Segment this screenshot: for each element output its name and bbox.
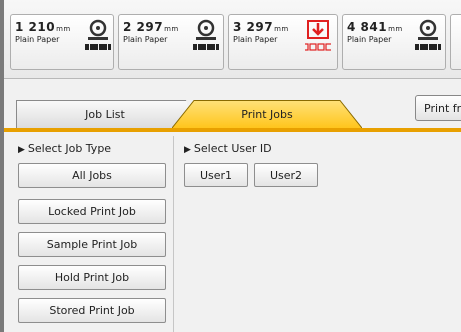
tray-size: 4 841mm: [347, 20, 403, 34]
button-label: User1: [199, 168, 233, 182]
tray-3[interactable]: 3 297mm Plain Paper: [228, 14, 338, 70]
sample-print-job-button[interactable]: Sample Print Job: [18, 232, 166, 257]
select-job-type-label: ▶ Select Job Type: [18, 142, 112, 155]
tray-size: 2 297mm: [123, 20, 179, 34]
paper-roll-icon: [193, 19, 219, 50]
locked-print-job-button[interactable]: Locked Print Job: [18, 199, 166, 224]
paper-roll-icon: [85, 19, 111, 50]
hold-print-job-button[interactable]: Hold Print Job: [18, 265, 166, 290]
select-user-id-label: ▶ Select User ID: [184, 142, 272, 155]
tray-1[interactable]: 1 210mm Plain Paper: [10, 14, 114, 70]
triangle-right-icon: ▶: [18, 145, 25, 155]
tray-size: 1 210mm: [15, 20, 71, 34]
column-divider: [173, 136, 174, 332]
tab-job-list[interactable]: Job List: [16, 100, 194, 128]
print-from-label: Print fr: [424, 101, 461, 115]
button-label: Locked Print Job: [48, 205, 136, 218]
paper-roll-empty-icon: [305, 20, 331, 51]
tray-5-partial[interactable]: U: [450, 14, 461, 70]
tray-paper-type: Plain Paper: [123, 35, 168, 44]
paper-tray-bar: 1 210mm Plain Paper 2 297mm Plain Paper: [4, 0, 461, 79]
print-from-button[interactable]: Print fr: [415, 95, 461, 121]
triangle-right-icon: ▶: [184, 145, 191, 155]
tray-size: 3 297mm: [233, 20, 289, 34]
user-button-user2[interactable]: User2: [254, 163, 318, 187]
tab-label: Job List: [85, 108, 125, 121]
tray-paper-type: Plain Paper: [233, 35, 278, 44]
button-label: All Jobs: [72, 169, 112, 182]
main-panel: 1 210mm Plain Paper 2 297mm Plain Paper: [4, 0, 461, 332]
tab-print-jobs-outline: [172, 100, 362, 128]
button-label: Sample Print Job: [46, 238, 138, 251]
print-jobs-content: ▶ Select Job Type All Jobs Locked Print J…: [4, 132, 461, 332]
button-label: Hold Print Job: [54, 271, 130, 284]
all-jobs-button[interactable]: All Jobs: [18, 163, 166, 188]
stored-print-job-button[interactable]: Stored Print Job: [18, 298, 166, 323]
button-label: User2: [269, 168, 303, 182]
user-button-user1[interactable]: User1: [184, 163, 248, 187]
tray-4[interactable]: 4 841mm Plain Paper: [342, 14, 446, 70]
tray-paper-type: Plain Paper: [15, 35, 60, 44]
button-label: Stored Print Job: [49, 304, 135, 317]
tray-paper-type: Plain Paper: [347, 35, 392, 44]
paper-roll-icon: [415, 19, 441, 50]
tray-2[interactable]: 2 297mm Plain Paper: [118, 14, 224, 70]
printer-control-panel: 1 210mm Plain Paper 2 297mm Plain Paper: [0, 0, 461, 332]
